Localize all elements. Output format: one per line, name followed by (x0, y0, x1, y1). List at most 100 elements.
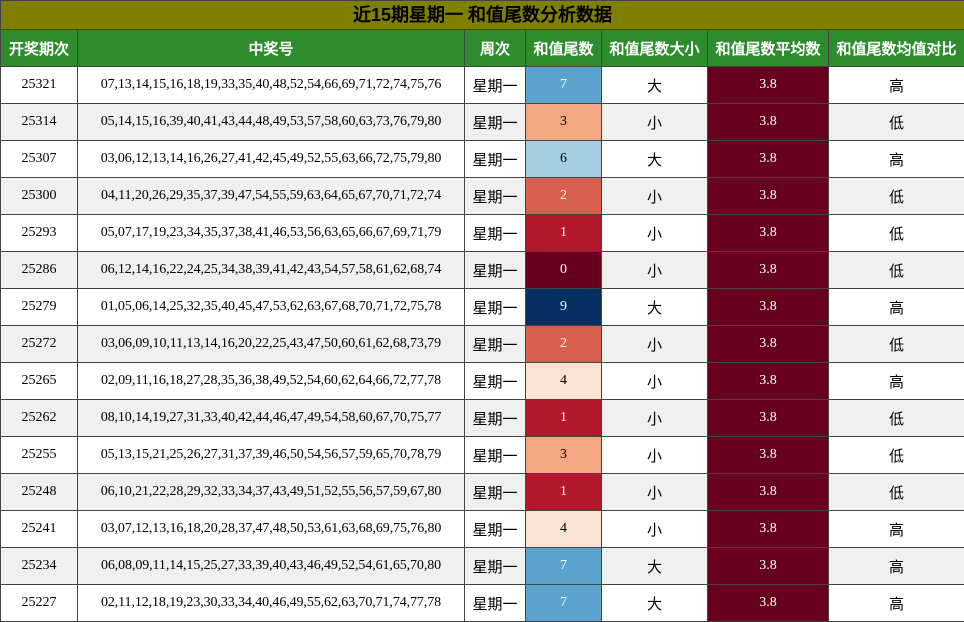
cell-weekday: 星期一 (464, 288, 526, 326)
cell-tail-size: 大 (601, 288, 708, 326)
cell-tail-size: 小 (601, 510, 708, 548)
cell-weekday: 星期一 (464, 510, 526, 548)
table-row: 25293 05,07,17,19,23,34,35,37,38,41,46,53… (0, 214, 964, 252)
cell-tail-size: 小 (601, 177, 708, 215)
cell-numbers: 03,06,12,13,14,16,26,27,41,42,45,49,52,5… (77, 140, 465, 178)
cell-period: 25279 (0, 288, 78, 326)
cell-tail-average: 3.8 (707, 399, 829, 437)
cell-weekday: 星期一 (464, 362, 526, 400)
cell-weekday: 星期一 (464, 547, 526, 585)
cell-tail: 9 (525, 288, 602, 326)
cell-numbers: 03,07,12,13,16,18,20,28,37,47,48,50,53,6… (77, 510, 465, 548)
cell-tail-average: 3.8 (707, 473, 829, 511)
cell-tail-size: 小 (601, 103, 708, 141)
cell-period: 25300 (0, 177, 78, 215)
table-row: 25248 06,10,21,22,28,29,32,33,34,37,43,49… (0, 473, 964, 511)
table-row: 25234 06,08,09,11,14,15,25,27,33,39,40,43… (0, 547, 964, 585)
cell-tail-average: 3.8 (707, 177, 829, 215)
cell-tail-average: 3.8 (707, 584, 829, 622)
table-row: 25321 07,13,14,15,16,18,19,33,35,40,48,52… (0, 66, 964, 104)
cell-average-compare: 高 (828, 584, 964, 622)
cell-period: 25272 (0, 325, 78, 363)
cell-period: 25314 (0, 103, 78, 141)
cell-tail: 1 (525, 473, 602, 511)
cell-weekday: 星期一 (464, 214, 526, 252)
cell-tail-average: 3.8 (707, 547, 829, 585)
cell-average-compare: 低 (828, 473, 964, 511)
cell-numbers: 04,11,20,26,29,35,37,39,47,54,55,59,63,6… (77, 177, 465, 215)
cell-tail-average: 3.8 (707, 288, 829, 326)
cell-average-compare: 低 (828, 177, 964, 215)
cell-numbers: 05,13,15,21,25,26,27,31,37,39,46,50,54,5… (77, 436, 465, 474)
table-title: 近15期星期一 和值尾数分析数据 (0, 0, 964, 29)
table-row: 25265 02,09,11,16,18,27,28,35,36,38,49,52… (0, 362, 964, 400)
cell-period: 25262 (0, 399, 78, 437)
cell-tail: 3 (525, 436, 602, 474)
table-row: 25255 05,13,15,21,25,26,27,31,37,39,46,50… (0, 436, 964, 474)
cell-weekday: 星期一 (464, 436, 526, 474)
cell-tail-average: 3.8 (707, 436, 829, 474)
header-tail-size: 和值尾数大小 (601, 29, 708, 67)
table-row: 25314 05,14,15,16,39,40,41,43,44,48,49,53… (0, 103, 964, 141)
cell-tail: 1 (525, 214, 602, 252)
cell-weekday: 星期一 (464, 584, 526, 622)
cell-weekday: 星期一 (464, 399, 526, 437)
cell-tail-size: 大 (601, 140, 708, 178)
cell-numbers: 01,05,06,14,25,32,35,40,45,47,53,62,63,6… (77, 288, 465, 326)
cell-tail: 3 (525, 103, 602, 141)
header-average-compare: 和值尾数均值对比 (828, 29, 964, 67)
header-row: 开奖期次 中奖号 周次 和值尾数 和值尾数大小 和值尾数平均数 和值尾数均值对比 (0, 29, 964, 67)
cell-tail: 7 (525, 584, 602, 622)
cell-numbers: 02,11,12,18,19,23,30,33,34,40,46,49,55,6… (77, 584, 465, 622)
analysis-table-container: 近15期星期一 和值尾数分析数据 开奖期次 中奖号 周次 和值尾数 和值尾数大小… (0, 0, 964, 622)
cell-tail-size: 小 (601, 362, 708, 400)
cell-average-compare: 低 (828, 325, 964, 363)
cell-tail-average: 3.8 (707, 362, 829, 400)
cell-tail: 4 (525, 362, 602, 400)
cell-numbers: 08,10,14,19,27,31,33,40,42,44,46,47,49,5… (77, 399, 465, 437)
cell-average-compare: 高 (828, 510, 964, 548)
table-body: 25321 07,13,14,15,16,18,19,33,35,40,48,52… (0, 66, 964, 622)
table-row: 25286 06,12,14,16,22,24,25,34,38,39,41,42… (0, 251, 964, 289)
cell-tail-size: 大 (601, 66, 708, 104)
cell-numbers: 06,08,09,11,14,15,25,27,33,39,40,43,46,4… (77, 547, 465, 585)
cell-tail: 2 (525, 325, 602, 363)
cell-period: 25241 (0, 510, 78, 548)
cell-tail-average: 3.8 (707, 510, 829, 548)
cell-period: 25286 (0, 251, 78, 289)
cell-average-compare: 高 (828, 140, 964, 178)
cell-period: 25234 (0, 547, 78, 585)
cell-tail-average: 3.8 (707, 103, 829, 141)
cell-tail: 0 (525, 251, 602, 289)
header-tail: 和值尾数 (525, 29, 602, 67)
cell-weekday: 星期一 (464, 325, 526, 363)
cell-average-compare: 低 (828, 103, 964, 141)
cell-tail: 1 (525, 399, 602, 437)
header-weekday: 周次 (464, 29, 526, 67)
cell-period: 25227 (0, 584, 78, 622)
cell-average-compare: 高 (828, 362, 964, 400)
cell-weekday: 星期一 (464, 177, 526, 215)
cell-numbers: 02,09,11,16,18,27,28,35,36,38,49,52,54,6… (77, 362, 465, 400)
tail-analysis-table: 近15期星期一 和值尾数分析数据 开奖期次 中奖号 周次 和值尾数 和值尾数大小… (0, 0, 964, 622)
cell-average-compare: 低 (828, 399, 964, 437)
cell-period: 25307 (0, 140, 78, 178)
cell-average-compare: 高 (828, 547, 964, 585)
cell-weekday: 星期一 (464, 251, 526, 289)
table-row: 25227 02,11,12,18,19,23,30,33,34,40,46,49… (0, 584, 964, 622)
cell-average-compare: 低 (828, 251, 964, 289)
cell-period: 25321 (0, 66, 78, 104)
cell-numbers: 03,06,09,10,11,13,14,16,20,22,25,43,47,5… (77, 325, 465, 363)
table-row: 25272 03,06,09,10,11,13,14,16,20,22,25,43… (0, 325, 964, 363)
cell-tail-size: 大 (601, 584, 708, 622)
cell-period: 25265 (0, 362, 78, 400)
cell-period: 25293 (0, 214, 78, 252)
table-row: 25300 04,11,20,26,29,35,37,39,47,54,55,59… (0, 177, 964, 215)
header-tail-average: 和值尾数平均数 (707, 29, 829, 67)
cell-numbers: 07,13,14,15,16,18,19,33,35,40,48,52,54,6… (77, 66, 465, 104)
cell-tail: 6 (525, 140, 602, 178)
cell-tail: 4 (525, 510, 602, 548)
cell-tail-size: 小 (601, 251, 708, 289)
cell-tail-size: 小 (601, 399, 708, 437)
cell-tail-size: 小 (601, 214, 708, 252)
